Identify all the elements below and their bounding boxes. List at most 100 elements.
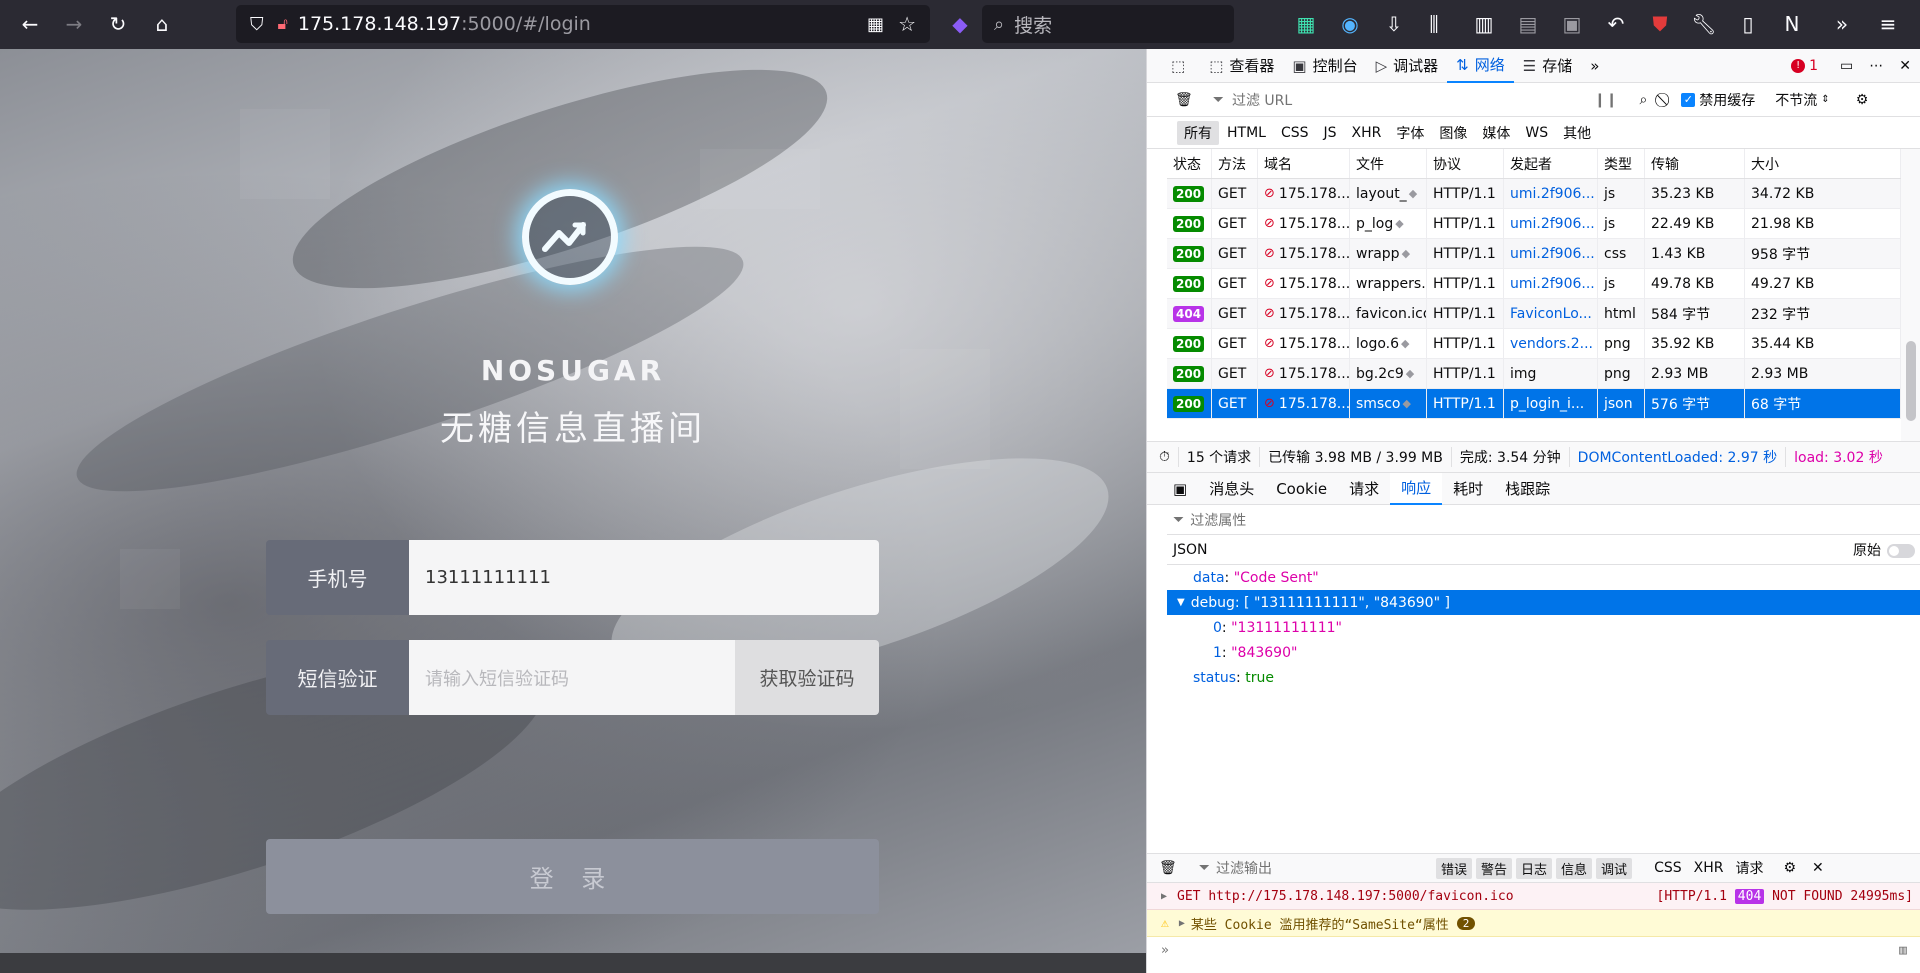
ublock-icon[interactable]: ⛊ — [1644, 8, 1676, 40]
type-filter-css[interactable]: CSS — [1274, 123, 1316, 143]
wrench-icon[interactable]: 🔧︎ — [1688, 8, 1720, 40]
initiator-text[interactable]: umi.2f906... — [1510, 216, 1595, 232]
col-type[interactable]: 类型 — [1598, 149, 1645, 178]
console-level-error[interactable]: 错误 — [1435, 857, 1472, 879]
initiator-text[interactable]: umi.2f906... — [1510, 276, 1595, 292]
type-filter-other[interactable]: 其他 — [1556, 121, 1598, 145]
tab-storage[interactable]: ☰ 存储 — [1514, 49, 1581, 83]
console-error-row[interactable]: ▶ GET http://175.178.148.197:5000/favico… — [1147, 883, 1920, 910]
phone-input[interactable]: 13111111111 — [409, 540, 879, 615]
login-button[interactable]: 登 录 — [266, 839, 879, 914]
error-count[interactable]: 1 — [1809, 58, 1818, 74]
home-icon[interactable]: ⌂ — [140, 2, 184, 46]
clear-console-icon[interactable]: 🗑︎ — [1159, 860, 1177, 876]
console-level-debug[interactable]: 调试 — [1596, 857, 1633, 879]
trash-icon[interactable]: 🗑︎ — [1175, 92, 1193, 108]
pause-icon[interactable]: ❙❙ — [1594, 92, 1617, 108]
page-icon[interactable]: ▯ — [1732, 8, 1764, 40]
col-transferred[interactable]: 传输 — [1645, 149, 1745, 178]
json-row-status[interactable]: status: true — [1167, 665, 1920, 690]
expand-triangle-icon[interactable]: ▶ — [1161, 891, 1167, 902]
console-level-info[interactable]: 信息 — [1556, 857, 1593, 879]
col-initiator[interactable]: 发起者 — [1504, 149, 1598, 178]
json-row-debug[interactable]: ▼ debug: [ "13111111111", "843690" ] — [1167, 590, 1920, 615]
circle-extension-icon[interactable]: ◉ — [1334, 8, 1366, 40]
type-filter-ws[interactable]: WS — [1518, 123, 1555, 143]
close-devtools-icon[interactable]: ✕ — [1899, 58, 1911, 74]
search-requests-icon[interactable]: ⌕ — [1639, 92, 1647, 108]
tab-console[interactable]: ▣ 控制台 — [1283, 49, 1366, 83]
console-settings-icon[interactable]: ⚙ — [1783, 860, 1796, 876]
type-filter-all[interactable]: 所有 — [1177, 120, 1219, 145]
notion-icon[interactable]: N — [1776, 8, 1808, 40]
col-protocol[interactable]: 协议 — [1427, 149, 1504, 178]
screenshot-icon[interactable]: ▤ — [1512, 8, 1544, 40]
tab-stack-trace[interactable]: 栈跟踪 — [1494, 473, 1561, 505]
table-row[interactable]: 200 GET ⊘ 175.178... layout_ ◆ HTTP/1.1 umi.2f9… — [1167, 179, 1901, 209]
raw-toggle[interactable]: 原始 — [1853, 540, 1915, 560]
tab-network[interactable]: ⇅ 网络 — [1447, 49, 1514, 83]
type-filter-xhr[interactable]: XHR — [1345, 123, 1389, 143]
element-picker-icon[interactable]: ⬚ — [1147, 49, 1200, 83]
tab-timings[interactable]: 耗时 — [1442, 473, 1494, 505]
toggle-sidebar-icon[interactable]: ▣ — [1147, 473, 1198, 505]
scroll-thumb[interactable] — [1906, 341, 1916, 421]
property-filter[interactable]: ⏷ 过滤属性 — [1167, 505, 1920, 535]
editor-mode-icon[interactable]: ▥ — [1899, 943, 1920, 958]
close-split-console-icon[interactable]: ✕ — [1812, 860, 1824, 876]
insecure-lock-icon[interactable]: 🔓︎ — [278, 14, 288, 34]
address-bar[interactable]: ⛉ 🔓︎ 175.178.148.197:5000/#/login ▦ ☆ — [236, 5, 930, 43]
filter-props-input[interactable]: 过滤属性 — [1190, 510, 1246, 530]
search-bar[interactable]: ⌕ 搜索 — [982, 5, 1234, 43]
initiator-text[interactable]: p_login_i... — [1510, 396, 1584, 412]
type-filter-media[interactable]: 媒体 — [1475, 121, 1517, 145]
sidebar-icon[interactable]: ▥ — [1468, 8, 1500, 40]
initiator-text[interactable]: FaviconLo... — [1510, 306, 1592, 322]
console-level-log[interactable]: 日志 — [1516, 857, 1553, 879]
col-file[interactable]: 文件 — [1350, 149, 1427, 178]
table-row[interactable]: 200 GET ⊘ 175.178... wrappers.3 HTTP/1.1 umi.2… — [1167, 269, 1901, 299]
throttle-select[interactable]: 不节流 — [1775, 90, 1817, 110]
console-type-requests[interactable]: 请求 — [1729, 858, 1769, 878]
console-type-css[interactable]: CSS — [1648, 860, 1688, 876]
console-input-row[interactable]: » ▥ — [1147, 937, 1920, 964]
table-row[interactable]: 404 GET ⊘ 175.178... favicon.ico HTTP/1.1 Favi… — [1167, 299, 1901, 329]
reload-icon[interactable]: ↻ — [96, 2, 140, 46]
tab-debugger[interactable]: ▷ 调试器 — [1367, 49, 1448, 83]
library-icon[interactable]: ⫼ — [1418, 8, 1450, 40]
col-size[interactable]: 大小 — [1745, 149, 1901, 178]
console-warning-row[interactable]: ⚠ ▶ 某些 Cookie 滥用推荐的“SameSite“属性 2 — [1147, 910, 1920, 937]
initiator-text[interactable]: umi.2f906... — [1510, 246, 1595, 262]
filter-url-input[interactable]: 过滤 URL — [1232, 90, 1592, 110]
col-method[interactable]: 方法 — [1212, 149, 1258, 178]
qr-code-icon[interactable]: ▦ — [867, 14, 884, 35]
request-table-scrollbar[interactable] — [1901, 149, 1920, 441]
json-row-data[interactable]: data: "Code Sent" — [1167, 565, 1920, 590]
table-row[interactable]: 200 GET ⊘ 175.178... logo.6 ◆ HTTP/1.1 vendors.… — [1167, 329, 1901, 359]
type-filter-fonts[interactable]: 字体 — [1389, 121, 1431, 145]
shield-icon[interactable]: ⛉ — [250, 14, 264, 35]
raw-switch[interactable] — [1887, 543, 1915, 558]
table-row[interactable]: 200 GET ⊘ 175.178... p_log ◆ HTTP/1.1 umi.2f906… — [1167, 209, 1901, 239]
tab-headers[interactable]: 消息头 — [1198, 473, 1265, 505]
console-level-warn[interactable]: 警告 — [1476, 857, 1513, 879]
initiator-text[interactable]: img — [1510, 366, 1536, 382]
get-code-button[interactable]: 获取验证码 — [735, 640, 879, 715]
dock-icon[interactable]: ▭ — [1840, 58, 1853, 74]
type-filter-js[interactable]: JS — [1317, 123, 1344, 143]
menu-hamburger-icon[interactable]: ≡ — [1872, 8, 1904, 40]
disable-cache-checkbox[interactable]: ✓ 禁用缓存 — [1681, 90, 1755, 110]
initiator-text[interactable]: vendors.2... — [1510, 336, 1593, 352]
undo-icon[interactable]: ↶ — [1600, 8, 1632, 40]
downloads-icon[interactable]: ⇩ — [1378, 8, 1410, 40]
type-filter-images[interactable]: 图像 — [1432, 121, 1474, 145]
tab-response[interactable]: 响应 — [1390, 472, 1443, 505]
grid-extension-icon[interactable]: ▦ — [1290, 8, 1322, 40]
json-row-debug-1[interactable]: 1: "843690" — [1167, 640, 1920, 665]
bookmark-star-icon[interactable]: ☆ — [898, 12, 916, 36]
console-filter-input[interactable]: 过滤输出 — [1216, 858, 1436, 878]
console-type-xhr[interactable]: XHR — [1688, 860, 1730, 876]
expand-triangle-icon[interactable]: ▶ — [1179, 918, 1185, 929]
reader-icon[interactable]: ▣ — [1556, 8, 1588, 40]
col-domain[interactable]: 域名 — [1258, 149, 1350, 178]
